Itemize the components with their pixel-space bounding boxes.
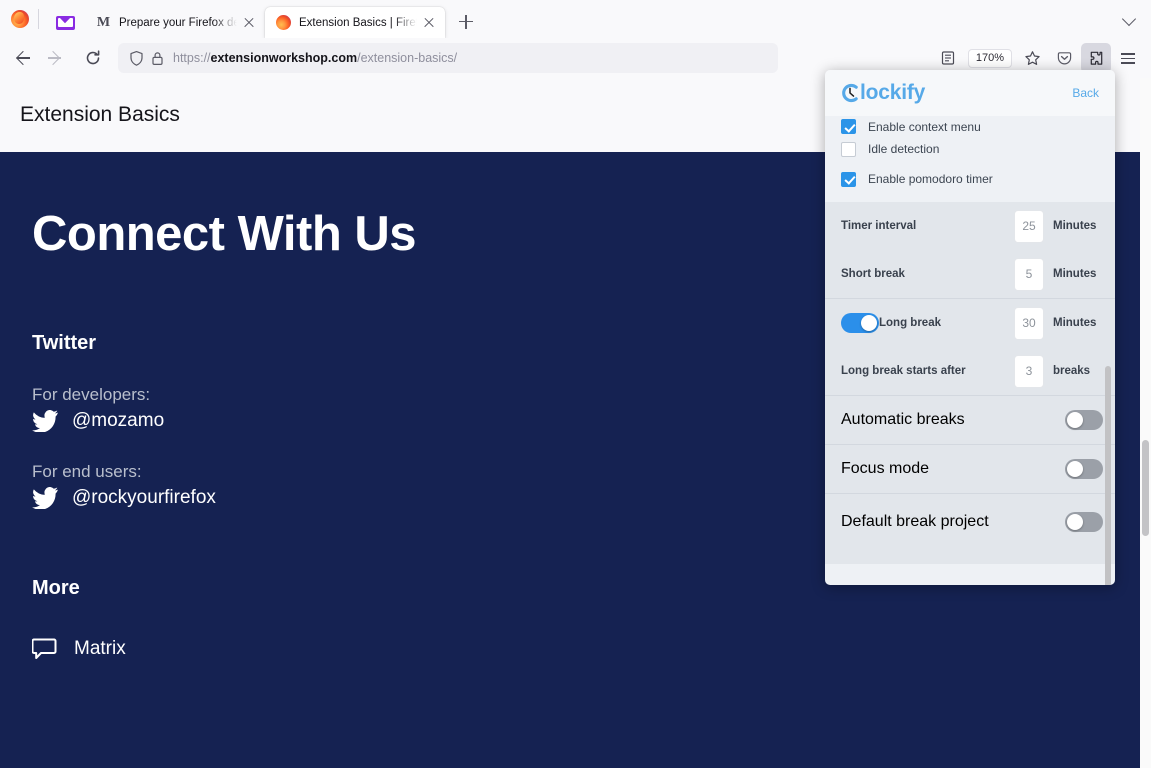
long-break-toggle[interactable]	[841, 313, 879, 333]
firefox-icon	[275, 15, 291, 31]
page-scrollbar[interactable]	[1140, 78, 1151, 768]
field-row-long-break-starts-after: Long break starts after 3 breaks	[825, 347, 1115, 395]
checkbox-label: Enable context menu	[868, 120, 981, 134]
clockify-logo-icon	[839, 82, 861, 104]
field-unit: Minutes	[1053, 268, 1097, 280]
page-title: Extension Basics	[20, 103, 180, 126]
checkbox-icon[interactable]	[841, 141, 856, 157]
default-break-project-toggle[interactable]	[1065, 512, 1103, 532]
long-break-group: Long break 30 Minutes Long break starts …	[825, 299, 1115, 395]
toggle-label: Automatic breaks	[841, 411, 965, 428]
popup-body: Enable context menu Idle detection Enabl…	[825, 116, 1115, 585]
shield-icon[interactable]	[128, 50, 145, 67]
close-icon[interactable]	[241, 15, 257, 31]
toggle-row-focus-mode: Focus mode	[825, 445, 1115, 493]
checkbox-icon[interactable]	[841, 171, 856, 187]
field-unit: breaks	[1053, 365, 1091, 377]
tab-prepare-firefox-desktop[interactable]: M Prepare your Firefox desktop ex	[85, 7, 265, 38]
checkbox-row-idle-detection[interactable]: Idle detection	[825, 134, 1115, 164]
checkbox-label: Idle detection	[868, 142, 940, 156]
browser-window: M Prepare your Firefox desktop ex Extens…	[0, 0, 1151, 768]
matrix-m-icon: M	[96, 14, 110, 30]
field-row-timer-interval: Timer interval 25 Minutes	[825, 202, 1115, 250]
short-break-input[interactable]: 5	[1014, 257, 1044, 291]
star-icon	[1024, 50, 1040, 65]
twitter-handle: @mozamo	[72, 410, 165, 431]
toggle-label: Default break project	[841, 513, 989, 530]
clockify-extension-popup: lockify Back Enable context menu Idle de…	[825, 70, 1115, 585]
clockify-wordmark: lockify	[860, 81, 926, 104]
long-break-after-input[interactable]: 3	[1014, 354, 1044, 388]
matrix-label: Matrix	[74, 638, 126, 659]
forward-button[interactable]	[40, 43, 70, 73]
url-scheme: https://	[173, 51, 211, 65]
tab-title: Extension Basics | Firefox Extens	[299, 16, 417, 29]
checkbox-group: Enable context menu Idle detection Enabl…	[825, 116, 1115, 202]
zoom-level-indicator[interactable]: 170%	[967, 48, 1012, 68]
field-label: Long break	[879, 317, 941, 329]
pinned-tab-mail[interactable]	[45, 7, 85, 38]
checkbox-icon[interactable]	[841, 119, 856, 134]
tab-strip: M Prepare your Firefox desktop ex Extens…	[0, 0, 1151, 38]
field-row-short-break: Short break 5 Minutes	[825, 250, 1115, 298]
default-break-project-group: Default break project	[825, 494, 1115, 564]
tab-title: Prepare your Firefox desktop ex	[119, 16, 237, 29]
reader-view-button[interactable]	[933, 43, 963, 73]
toggle-row-default-break-project: Default break project	[825, 494, 1115, 550]
new-tab-button[interactable]	[451, 7, 481, 37]
focus-mode-group: Focus mode	[825, 445, 1115, 493]
close-icon[interactable]	[421, 15, 437, 31]
toolbar-actions: 170%	[933, 43, 1143, 73]
list-all-tabs-chevron-down-icon[interactable]	[1119, 8, 1141, 30]
bookmark-button[interactable]	[1017, 43, 1047, 73]
twitter-icon	[32, 487, 58, 509]
url-host: extensionworkshop.com	[210, 51, 358, 65]
extensions-puzzle-icon	[1090, 51, 1102, 65]
twitter-handle: @rockyourfirefox	[72, 487, 216, 508]
checkbox-row-enable-context-menu[interactable]: Enable context menu	[825, 116, 1115, 134]
firefox-logo-icon	[11, 10, 29, 28]
field-unit: Minutes	[1053, 317, 1097, 329]
field-label: Timer interval	[841, 220, 917, 232]
toggle-label: Focus mode	[841, 460, 930, 477]
automatic-breaks-group: Automatic breaks	[825, 396, 1115, 444]
page-scrollbar-thumb[interactable]	[1142, 440, 1149, 536]
extensions-button[interactable]	[1081, 43, 1111, 73]
toggle-row-automatic-breaks: Automatic breaks	[825, 396, 1115, 444]
popup-scrollbar-thumb[interactable]	[1105, 366, 1111, 585]
tab-extension-basics[interactable]: Extension Basics | Firefox Extens	[265, 7, 445, 38]
application-menu-button[interactable]	[1113, 43, 1143, 73]
reader-view-icon	[941, 51, 954, 65]
field-row-long-break: Long break 30 Minutes	[825, 299, 1115, 347]
long-break-input[interactable]: 30	[1014, 306, 1044, 340]
reload-button[interactable]	[78, 43, 108, 73]
checkbox-label: Enable pomodoro timer	[868, 172, 993, 186]
mail-icon	[55, 15, 75, 30]
lock-icon[interactable]	[150, 50, 165, 67]
url-bar[interactable]: https://extensionworkshop.com/extension-…	[118, 43, 778, 73]
chat-bubble-icon	[32, 638, 57, 659]
back-button[interactable]	[8, 43, 38, 73]
twitter-icon	[32, 410, 58, 432]
reload-arrow-icon	[86, 50, 100, 65]
automatic-breaks-toggle[interactable]	[1065, 410, 1103, 430]
clockify-brand: lockify	[839, 81, 925, 105]
focus-mode-toggle[interactable]	[1065, 459, 1103, 479]
popup-header: lockify Back	[825, 70, 1115, 116]
timer-settings-group: Timer interval 25 Minutes Short break 5 …	[825, 202, 1115, 298]
field-label: Short break	[841, 268, 905, 280]
checkbox-row-enable-pomodoro-timer[interactable]: Enable pomodoro timer	[825, 164, 1115, 194]
timer-interval-input[interactable]: 25	[1014, 209, 1044, 243]
back-link[interactable]: Back	[1072, 86, 1099, 100]
field-unit: Minutes	[1053, 220, 1097, 232]
matrix-link[interactable]: Matrix	[32, 638, 1151, 660]
popup-scrollbar[interactable]	[1105, 116, 1111, 585]
firefox-app-button[interactable]	[4, 0, 36, 38]
pocket-icon	[1057, 51, 1071, 65]
url-path: /extension-basics/	[357, 51, 458, 65]
field-label: Long break starts after	[841, 365, 966, 377]
pocket-button[interactable]	[1049, 43, 1079, 73]
tab-separator	[38, 9, 39, 29]
